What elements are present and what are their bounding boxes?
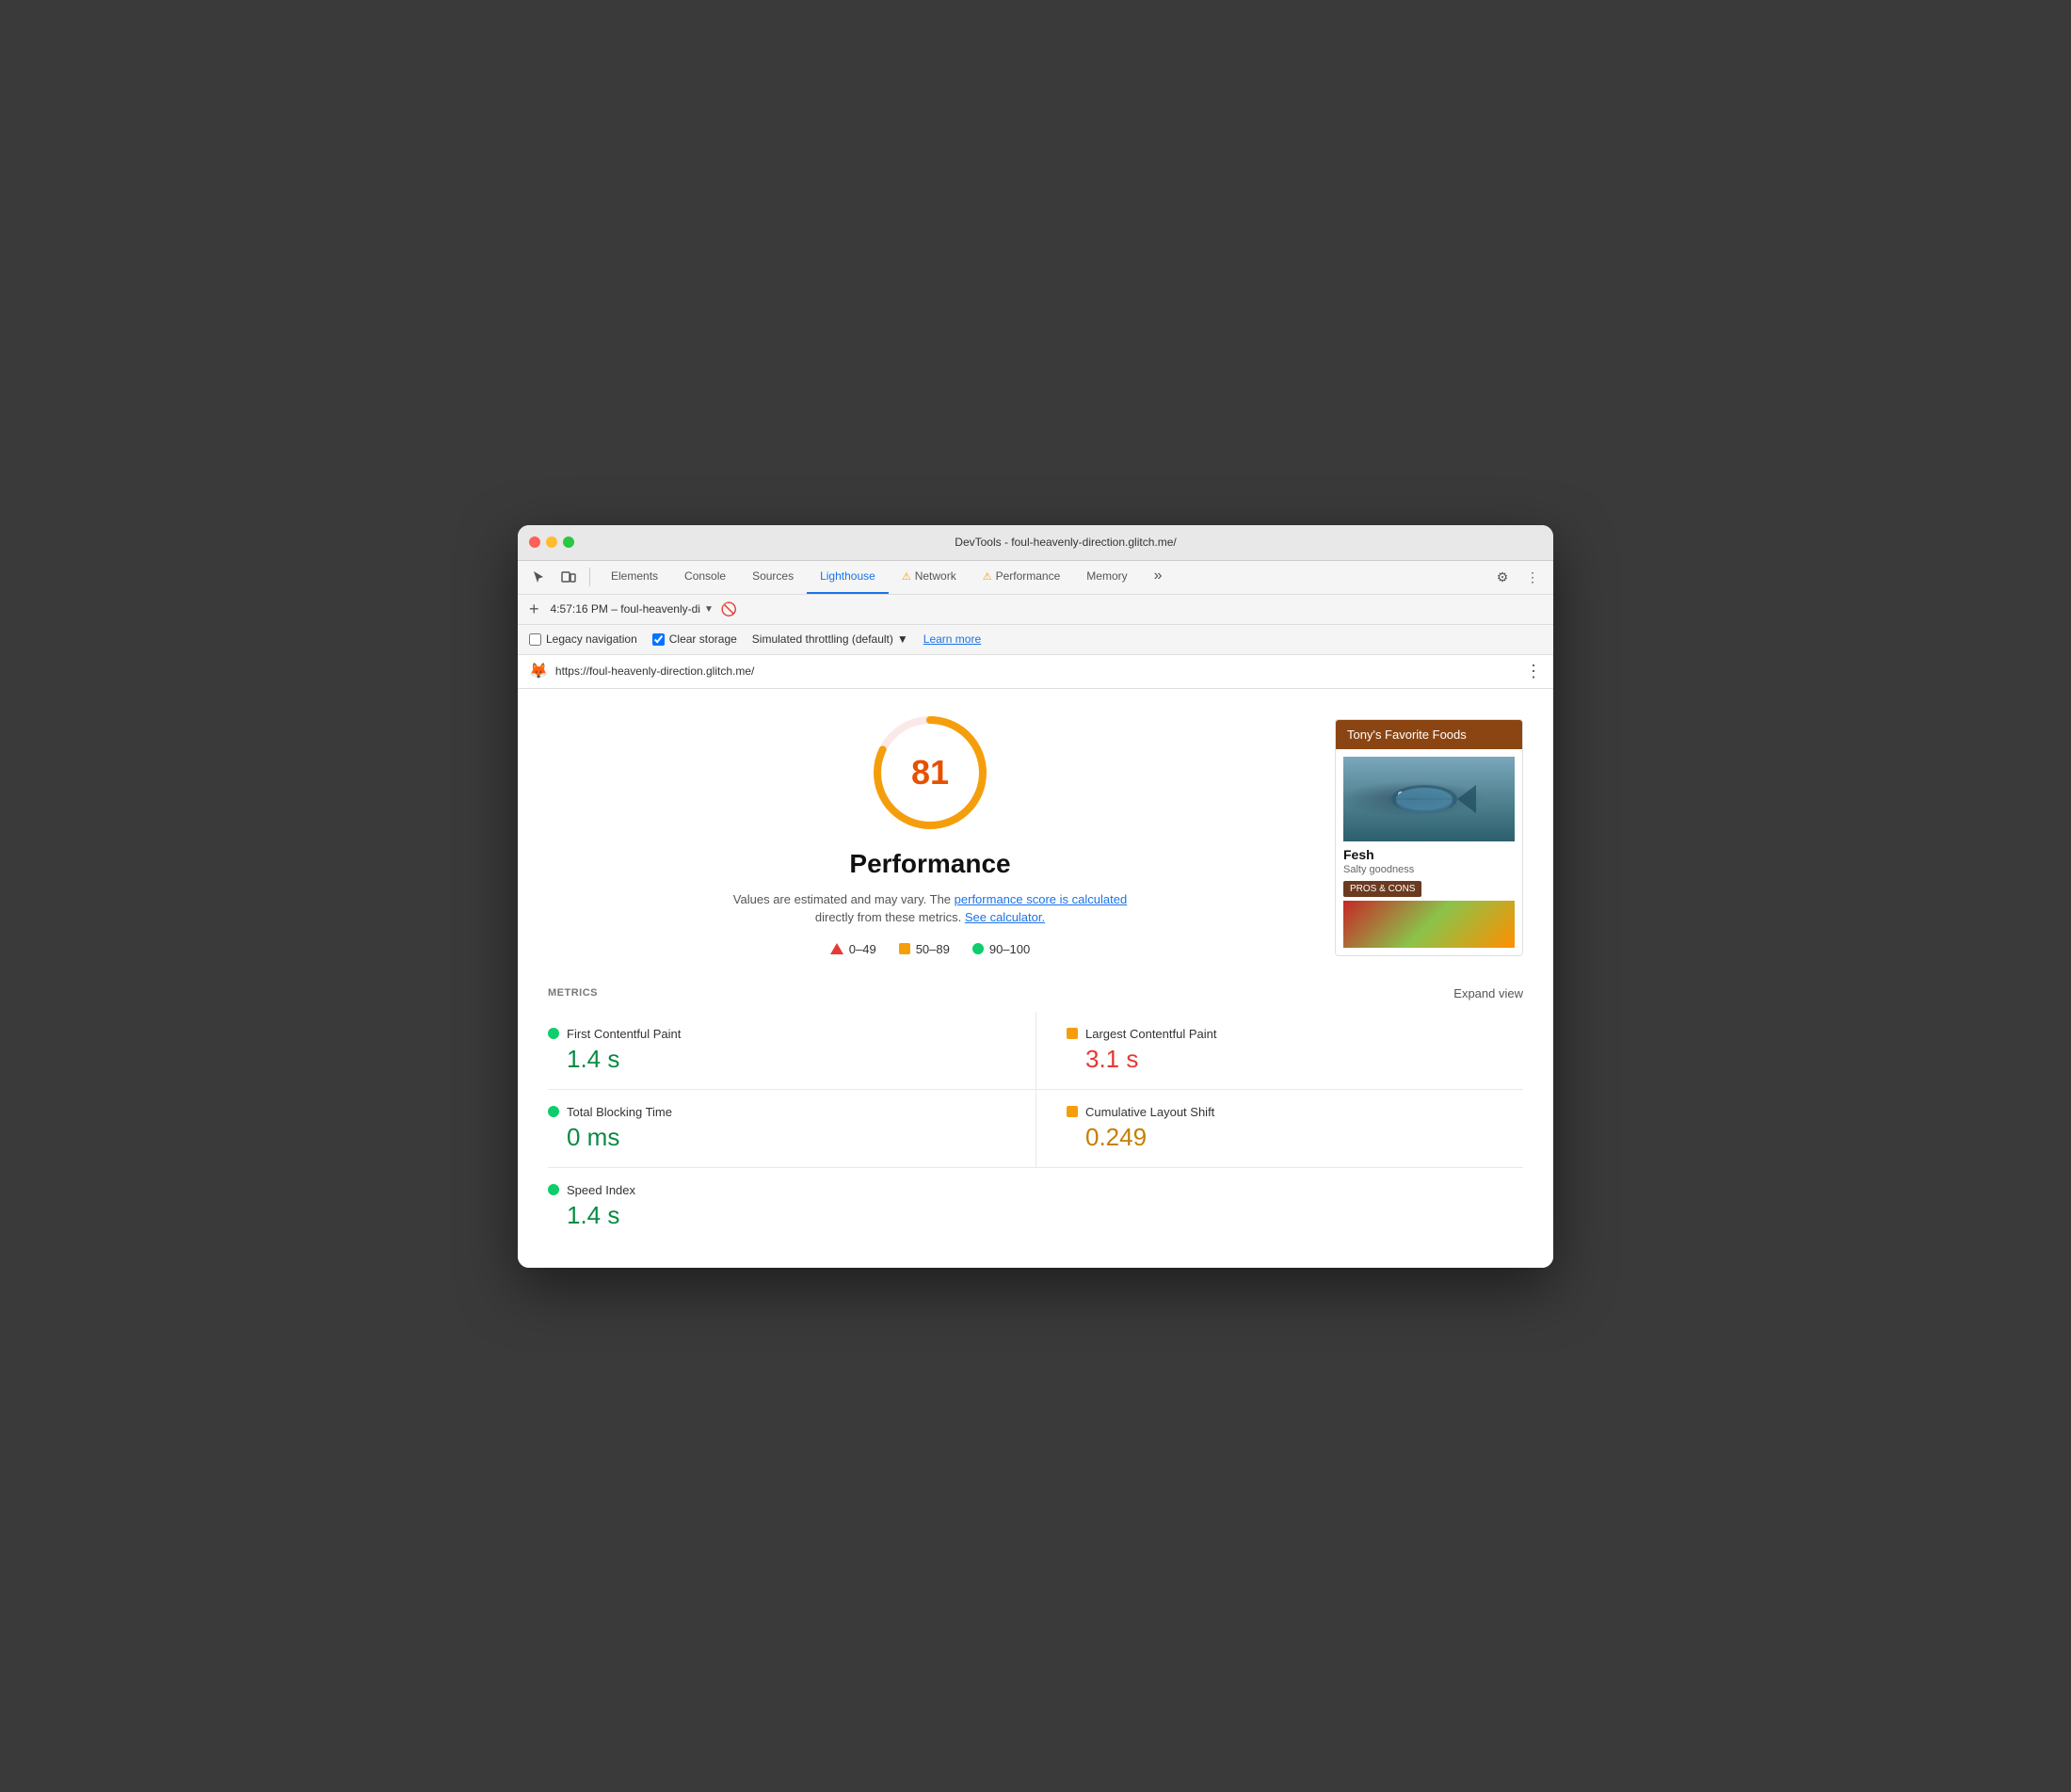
preview-card-body: Fesh Salty goodness PROS & CONS — [1336, 749, 1522, 955]
more-tabs-button[interactable]: » — [1141, 560, 1176, 594]
main-content: 81 Performance Values are estimated and … — [518, 689, 1553, 1268]
session-label: 4:57:16 PM – foul-heavenly-di ▼ — [551, 602, 714, 616]
square-icon — [899, 943, 910, 954]
throttle-dropdown-icon: ▼ — [897, 632, 908, 646]
food-name: Fesh — [1343, 847, 1515, 862]
url-more-icon[interactable]: ⋮ — [1525, 662, 1542, 681]
device-toggle-icon[interactable] — [555, 564, 582, 590]
metric-lcp-label-row: Largest Contentful Paint — [1067, 1027, 1523, 1041]
metric-tbt-label-row: Total Blocking Time — [548, 1105, 1005, 1119]
clear-storage-input[interactable] — [652, 633, 665, 646]
metric-cls: Cumulative Layout Shift 0.249 — [1036, 1090, 1523, 1168]
add-session-button[interactable]: + — [525, 600, 543, 619]
clear-session-icon[interactable]: 🚫 — [721, 601, 737, 617]
score-legend: 0–49 50–89 90–100 — [830, 942, 1030, 956]
metrics-section: METRICS Expand view First Contentful Pai… — [548, 986, 1523, 1245]
fcp-value: 1.4 s — [548, 1045, 1005, 1074]
score-circle: 81 — [869, 712, 991, 834]
learn-more-link[interactable]: Learn more — [923, 632, 981, 646]
cls-label: Cumulative Layout Shift — [1085, 1105, 1214, 1119]
perf-score-link[interactable]: performance score is calculated — [955, 892, 1128, 906]
metric-cls-label-row: Cumulative Layout Shift — [1067, 1105, 1523, 1119]
session-toolbar: + 4:57:16 PM – foul-heavenly-di ▼ 🚫 — [518, 595, 1553, 625]
close-light[interactable] — [529, 536, 540, 548]
legend-item-low: 0–49 — [830, 942, 876, 956]
si-indicator — [548, 1184, 559, 1195]
score-left: 81 Performance Values are estimated and … — [548, 712, 1312, 956]
tab-performance[interactable]: ⚠ Performance — [970, 560, 1074, 594]
food-description: Salty goodness — [1343, 864, 1515, 875]
si-value: 1.4 s — [548, 1201, 1005, 1230]
page-icon: 🦊 — [529, 662, 548, 680]
clear-storage-checkbox[interactable]: Clear storage — [652, 632, 737, 646]
tbt-value: 0 ms — [548, 1123, 1005, 1152]
metric-tbt: Total Blocking Time 0 ms — [548, 1090, 1036, 1168]
fcp-indicator — [548, 1028, 559, 1039]
metric-si-label-row: Speed Index — [548, 1183, 1005, 1197]
cls-indicator — [1067, 1106, 1078, 1117]
legacy-navigation-checkbox[interactable]: Legacy navigation — [529, 632, 637, 646]
tab-nav: Elements Console Sources Lighthouse ⚠ Ne… — [598, 560, 1176, 594]
score-title: Performance — [849, 849, 1010, 879]
more-options-icon[interactable]: ⋮ — [1519, 564, 1546, 590]
titlebar: DevTools - foul-heavenly-direction.glitc… — [518, 525, 1553, 561]
tbt-label: Total Blocking Time — [567, 1105, 672, 1119]
lcp-indicator — [1067, 1028, 1078, 1039]
performance-warning-icon: ⚠ — [983, 570, 992, 583]
window-title: DevTools - foul-heavenly-direction.glitc… — [589, 536, 1542, 549]
metrics-grid: First Contentful Paint 1.4 s Largest Con… — [548, 1012, 1523, 1245]
metric-si: Speed Index 1.4 s — [548, 1168, 1036, 1245]
tab-elements[interactable]: Elements — [598, 560, 671, 594]
calculator-link[interactable]: See calculator. — [965, 910, 1045, 924]
score-description: Values are estimated and may vary. The p… — [732, 890, 1128, 927]
cursor-icon[interactable] — [525, 564, 552, 590]
throttle-select[interactable]: Simulated throttling (default) ▼ — [752, 632, 908, 646]
preview-card: Tony's Favorite Foods — [1335, 719, 1523, 956]
metrics-header: METRICS Expand view — [548, 986, 1523, 1000]
url-bar: 🦊 https://foul-heavenly-direction.glitch… — [518, 655, 1553, 689]
tbt-indicator — [548, 1106, 559, 1117]
preview-food-image — [1343, 757, 1515, 841]
maximize-light[interactable] — [563, 536, 574, 548]
lcp-label: Largest Contentful Paint — [1085, 1027, 1216, 1041]
minimize-light[interactable] — [546, 536, 557, 548]
legend-item-high: 90–100 — [972, 942, 1030, 956]
cls-value: 0.249 — [1067, 1123, 1523, 1152]
legend-item-mid: 50–89 — [899, 942, 950, 956]
score-value: 81 — [911, 753, 949, 792]
toolbar-right: ⚙ ⋮ — [1489, 564, 1546, 590]
network-warning-icon: ⚠ — [902, 570, 911, 583]
toolbar-divider — [589, 568, 590, 586]
expand-view-button[interactable]: Expand view — [1453, 986, 1523, 1000]
pros-cons-button[interactable]: PROS & CONS — [1343, 881, 1421, 897]
circle-icon — [972, 943, 984, 954]
triangle-icon — [830, 943, 843, 954]
tab-console[interactable]: Console — [671, 560, 739, 594]
si-label: Speed Index — [567, 1183, 635, 1197]
tab-network[interactable]: ⚠ Network — [889, 560, 970, 594]
lcp-value: 3.1 s — [1067, 1045, 1523, 1074]
fcp-label: First Contentful Paint — [567, 1027, 681, 1041]
settings-icon[interactable]: ⚙ — [1489, 564, 1516, 590]
preview-food-image-bottom — [1343, 901, 1515, 948]
metric-fcp-label-row: First Contentful Paint — [548, 1027, 1005, 1041]
traffic-lights — [529, 536, 574, 548]
tab-memory[interactable]: Memory — [1073, 560, 1140, 594]
legacy-nav-input[interactable] — [529, 633, 541, 646]
metrics-section-title: METRICS — [548, 987, 598, 999]
metric-lcp: Largest Contentful Paint 3.1 s — [1036, 1012, 1523, 1090]
score-section: 81 Performance Values are estimated and … — [548, 712, 1523, 956]
url-text: https://foul-heavenly-direction.glitch.m… — [555, 664, 1517, 678]
session-dropdown-icon[interactable]: ▼ — [704, 604, 714, 615]
devtools-window: DevTools - foul-heavenly-direction.glitc… — [518, 525, 1553, 1268]
metric-fcp: First Contentful Paint 1.4 s — [548, 1012, 1036, 1090]
options-toolbar: Legacy navigation Clear storage Simulate… — [518, 625, 1553, 655]
tab-lighthouse[interactable]: Lighthouse — [807, 560, 889, 594]
devtools-tab-bar: Elements Console Sources Lighthouse ⚠ Ne… — [518, 561, 1553, 595]
preview-card-header: Tony's Favorite Foods — [1336, 720, 1522, 749]
tab-sources[interactable]: Sources — [739, 560, 807, 594]
